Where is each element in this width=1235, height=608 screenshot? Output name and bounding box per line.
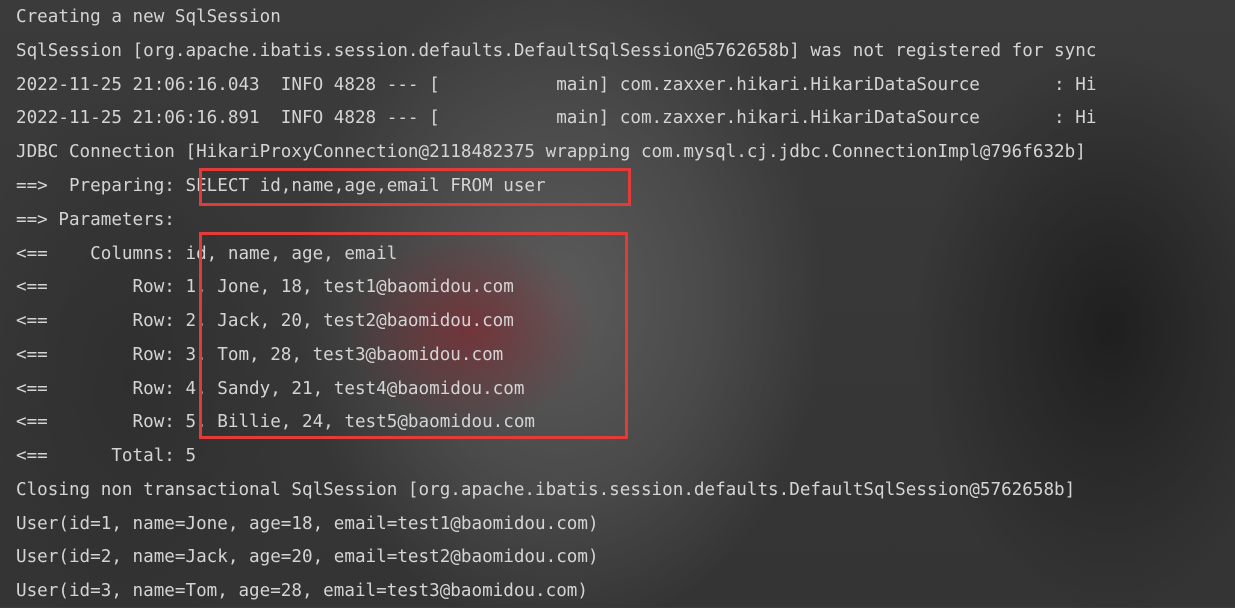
console-line: User(id=3, name=Tom, age=28, email=test3…: [16, 581, 588, 601]
console-line: Closing non transactional SqlSession [or…: [16, 480, 1076, 500]
console-line: Creating a new SqlSession: [16, 7, 281, 27]
sql-highlight-box: [199, 168, 631, 206]
console-line: JDBC Connection [HikariProxyConnection@2…: [16, 142, 1086, 162]
console-line: User(id=2, name=Jack, age=20, email=test…: [16, 547, 599, 567]
console-line: SqlSession [org.apache.ibatis.session.de…: [16, 41, 1097, 61]
console-line: 2022-11-25 21:06:16.891 INFO 4828 --- [ …: [16, 108, 1097, 128]
console-line: 2022-11-25 21:06:16.043 INFO 4828 --- [ …: [16, 75, 1097, 95]
console-line: ==> Parameters:: [16, 210, 186, 230]
console-line: <== Total: 5: [16, 446, 197, 466]
console-line: User(id=1, name=Jone, age=18, email=test…: [16, 514, 599, 534]
result-highlight-box: [199, 232, 628, 439]
